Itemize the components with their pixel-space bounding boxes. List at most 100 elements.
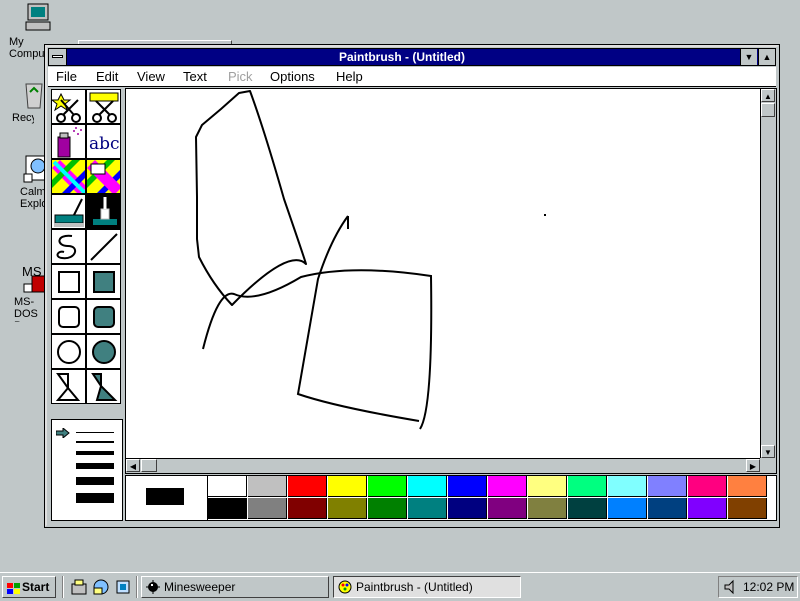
line-width-option[interactable] xyxy=(76,451,114,455)
foreground-color-swatch xyxy=(146,488,184,505)
palette-swatch[interactable] xyxy=(568,498,607,519)
tool-filled-polygon[interactable] xyxy=(86,369,121,404)
menu-edit[interactable]: Edit xyxy=(96,69,118,84)
palette-swatch[interactable] xyxy=(688,498,727,519)
quicklaunch-desktop-icon[interactable] xyxy=(70,578,88,596)
menu-help[interactable]: Help xyxy=(336,69,363,84)
line-width-option[interactable] xyxy=(76,463,114,469)
palette-swatch[interactable] xyxy=(288,476,327,497)
palette-swatch[interactable] xyxy=(248,498,287,519)
palette-swatch[interactable] xyxy=(208,498,247,519)
tool-box[interactable] xyxy=(51,264,86,299)
drawing-canvas[interactable]: ▲ ▼ ◀ ▶ xyxy=(125,88,777,474)
menu-view[interactable]: View xyxy=(137,69,165,84)
tool-rounded-box[interactable] xyxy=(51,299,86,334)
task-paintbrush[interactable]: Paintbrush - (Untitled) xyxy=(333,576,521,598)
line-width-option[interactable] xyxy=(76,441,114,443)
palette-swatch[interactable] xyxy=(448,498,487,519)
tool-eraser[interactable] xyxy=(86,159,121,194)
line-width-option[interactable] xyxy=(76,432,114,433)
task-label: Paintbrush - (Untitled) xyxy=(356,580,473,594)
paintbrush-window[interactable]: Paintbrush - (Untitled) ▼ ▲ File Edit Vi… xyxy=(44,44,780,528)
palette-swatch[interactable] xyxy=(408,476,447,497)
palette-swatch[interactable] xyxy=(448,476,487,497)
line-width-option[interactable] xyxy=(76,477,114,485)
airbrush-icon xyxy=(57,127,82,158)
minimize-button[interactable]: ▼ xyxy=(740,49,757,65)
tool-polygon[interactable] xyxy=(51,369,86,404)
menu-text[interactable]: Text xyxy=(183,69,207,84)
palette-swatch[interactable] xyxy=(528,498,567,519)
maximize-button[interactable]: ▲ xyxy=(758,49,775,65)
windows-logo-icon xyxy=(7,581,20,594)
scroll-down-button[interactable]: ▼ xyxy=(761,445,775,458)
horizontal-scrollbar[interactable]: ◀ ▶ xyxy=(126,458,760,473)
palette-swatch[interactable] xyxy=(368,498,407,519)
palette-swatch[interactable] xyxy=(328,476,367,497)
down-arrow-icon: ▼ xyxy=(764,448,772,457)
palette-swatch[interactable] xyxy=(568,476,607,497)
palette-swatch[interactable] xyxy=(328,498,367,519)
system-tray: 12:02 PM xyxy=(718,576,798,598)
text-tool-label: abc xyxy=(89,134,120,154)
tool-airbrush[interactable] xyxy=(51,124,86,159)
tool-curve[interactable] xyxy=(51,229,86,264)
palette-swatch[interactable] xyxy=(608,498,647,519)
palette-swatch[interactable] xyxy=(288,498,327,519)
menu-file[interactable]: File xyxy=(56,69,77,84)
quicklaunch-explorer-icon[interactable] xyxy=(92,578,110,596)
vertical-scrollbar[interactable]: ▲ ▼ xyxy=(760,89,776,458)
tool-line[interactable] xyxy=(86,229,121,264)
task-minesweeper[interactable]: Minesweeper xyxy=(141,576,329,598)
scroll-left-button[interactable]: ◀ xyxy=(126,459,140,472)
horizontal-scroll-thumb[interactable] xyxy=(141,459,157,472)
tool-free-select[interactable] xyxy=(51,89,86,124)
palette-swatch[interactable] xyxy=(408,498,447,519)
tool-rect-select[interactable] xyxy=(86,89,121,124)
palette-swatch[interactable] xyxy=(208,476,247,497)
vertical-scroll-thumb[interactable] xyxy=(761,103,775,117)
palette-swatch[interactable] xyxy=(488,498,527,519)
filled-rounded-box-icon xyxy=(93,306,115,328)
window-title: Paintbrush - (Untitled) xyxy=(339,50,465,64)
palette-swatch[interactable] xyxy=(248,476,287,497)
scrollbar-corner xyxy=(760,458,776,473)
clock[interactable]: 12:02 PM xyxy=(743,577,794,597)
palette-swatch[interactable] xyxy=(528,476,567,497)
minesweeper-icon xyxy=(145,579,161,595)
tool-paint-roller[interactable] xyxy=(51,194,86,229)
palette-swatch[interactable] xyxy=(728,476,767,497)
palette-swatch[interactable] xyxy=(648,498,687,519)
palette-swatch[interactable] xyxy=(728,498,767,519)
tool-filled-rounded-box[interactable] xyxy=(86,299,121,334)
tool-brush[interactable] xyxy=(86,194,121,229)
palette-swatch[interactable] xyxy=(368,476,407,497)
line-width-option[interactable] xyxy=(76,493,114,503)
tool-text[interactable]: abc xyxy=(86,124,121,159)
canvas-drawing xyxy=(195,90,546,430)
system-menu-button[interactable] xyxy=(49,49,67,65)
palette-swatch[interactable] xyxy=(488,476,527,497)
tool-color-eraser[interactable] xyxy=(51,159,86,194)
tool-circle[interactable] xyxy=(51,334,86,369)
start-button[interactable]: Start xyxy=(2,576,56,598)
quicklaunch-app-icon[interactable] xyxy=(114,578,132,596)
tool-filled-box[interactable] xyxy=(86,264,121,299)
polygon-icon xyxy=(55,373,81,401)
up-arrow-icon: ▲ xyxy=(764,92,772,101)
tool-filled-circle[interactable] xyxy=(86,334,121,369)
speaker-icon[interactable] xyxy=(723,579,739,595)
scroll-up-button[interactable]: ▲ xyxy=(761,89,775,102)
color-palette xyxy=(125,475,777,521)
drawn-stroke xyxy=(202,269,433,430)
menu-options[interactable]: Options xyxy=(270,69,315,84)
palette-swatch[interactable] xyxy=(648,476,687,497)
task-label: Minesweeper xyxy=(164,580,236,594)
line-size-box xyxy=(51,419,123,521)
scroll-right-button[interactable]: ▶ xyxy=(746,459,760,472)
title-bar[interactable]: Paintbrush - (Untitled) ▼ ▲ xyxy=(48,48,776,66)
left-arrow-icon: ◀ xyxy=(129,462,137,471)
filled-polygon-icon xyxy=(91,373,118,401)
palette-swatch[interactable] xyxy=(688,476,727,497)
palette-swatch[interactable] xyxy=(608,476,647,497)
